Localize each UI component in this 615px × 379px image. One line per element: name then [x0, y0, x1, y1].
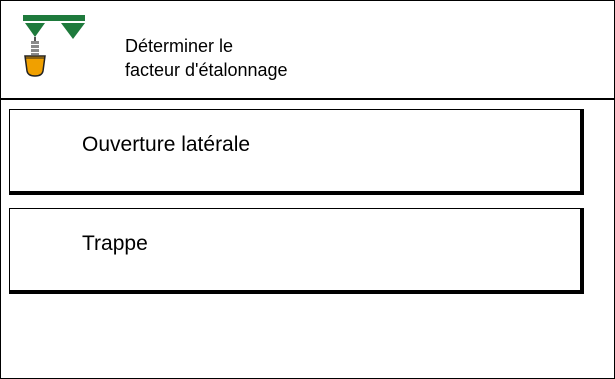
- page-title-line-1: Déterminer le: [125, 36, 234, 56]
- page-title-line-2: facteur d'étalonnage: [125, 60, 288, 80]
- screen-header: Déterminer le facteur d'étalonnage: [1, 1, 614, 100]
- trap-button[interactable]: Trappe: [9, 208, 584, 294]
- fertilizer-spreader-calibration-icon: [23, 15, 85, 77]
- calibration-factor-screen: Déterminer le facteur d'étalonnage Ouver…: [0, 0, 615, 379]
- side-opening-button[interactable]: Ouverture latérale: [9, 109, 584, 195]
- trap-button-label: Trappe: [82, 232, 148, 255]
- side-opening-button-label: Ouverture latérale: [82, 133, 251, 156]
- page-title: Déterminer le facteur d'étalonnage: [125, 34, 288, 82]
